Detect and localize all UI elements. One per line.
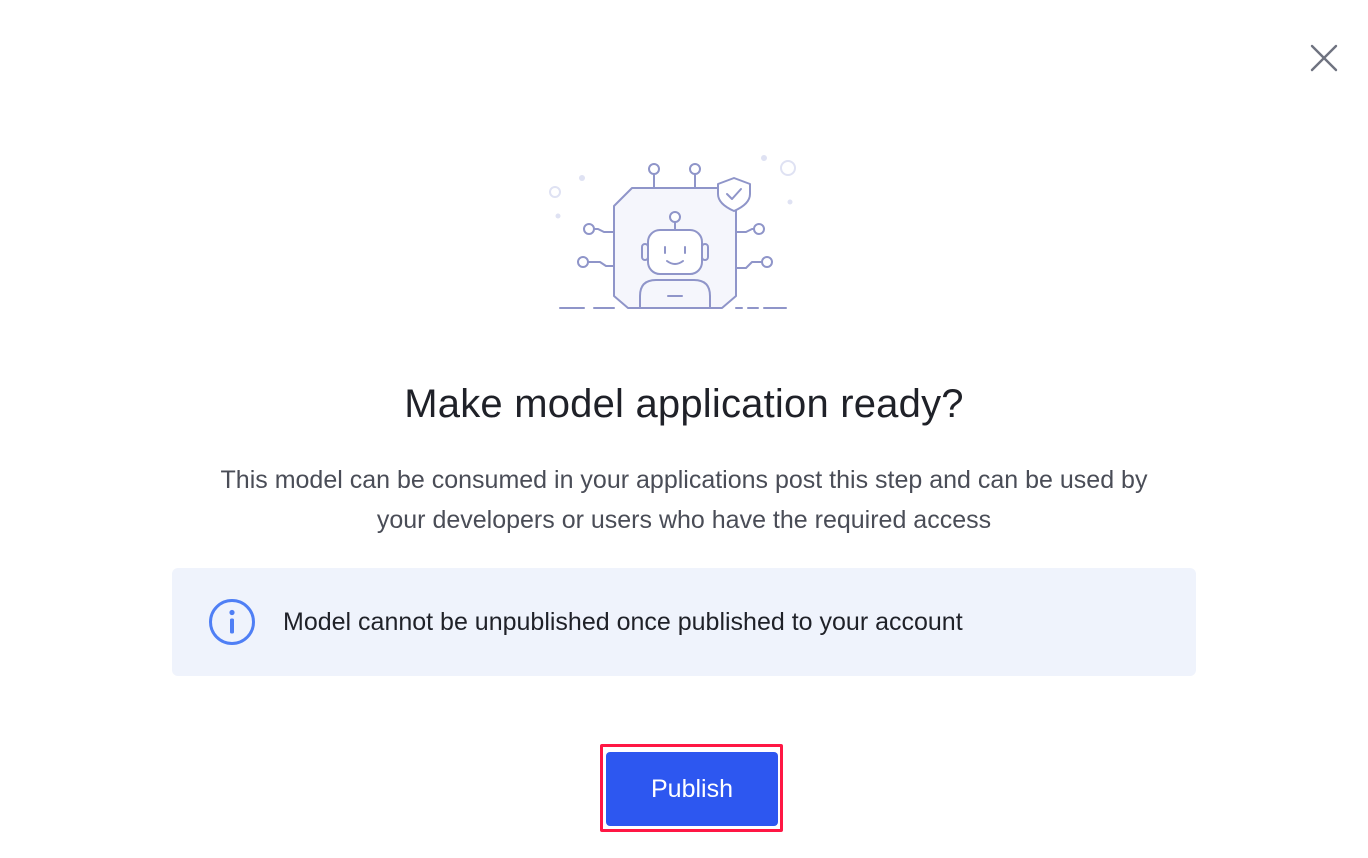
info-banner: Model cannot be unpublished once publish… bbox=[172, 568, 1196, 676]
info-icon bbox=[208, 598, 256, 646]
close-button[interactable] bbox=[1306, 40, 1342, 76]
robot-shield-illustration bbox=[549, 155, 796, 309]
close-icon bbox=[1310, 44, 1338, 72]
dialog-description: This model can be consumed in your appli… bbox=[220, 466, 1148, 534]
dialog-title: Make model application ready? bbox=[404, 382, 964, 426]
publish-model-dialog: Make model application ready? This model… bbox=[0, 0, 1368, 858]
info-message: Model cannot be unpublished once publish… bbox=[283, 607, 963, 636]
publish-button[interactable]: Publish bbox=[606, 752, 778, 826]
